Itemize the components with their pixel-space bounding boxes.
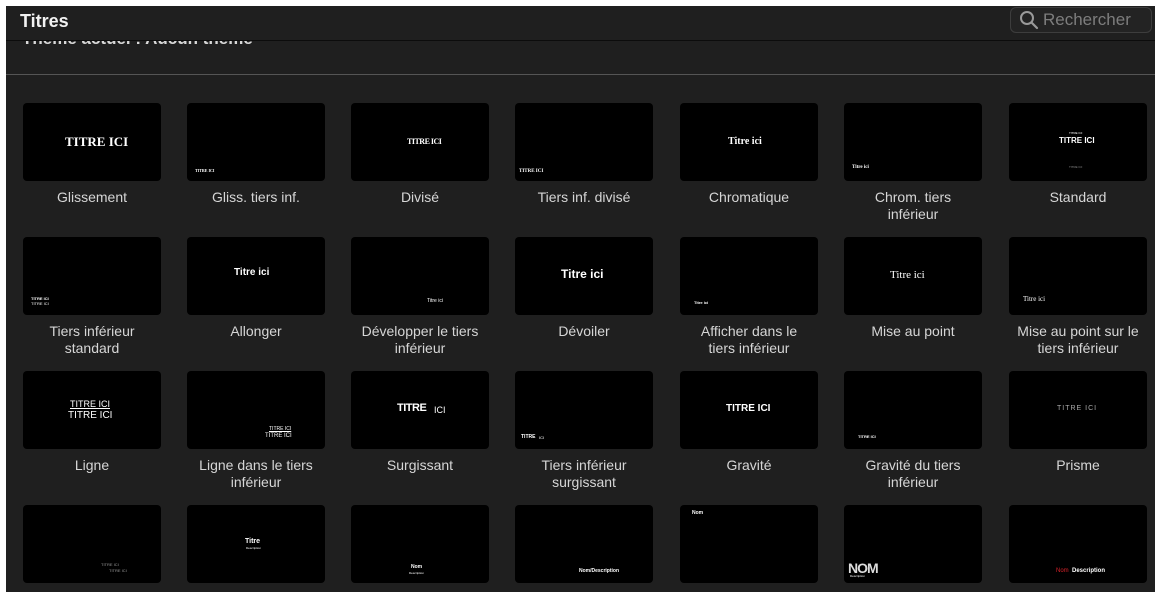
thumbnail-subtitle-text: TITRE ICI — [68, 410, 113, 421]
title-thumbnail: TITRE ICI TITRE ICI — [23, 237, 161, 315]
title-thumbnail: Nom/Description — [515, 505, 653, 583]
title-thumbnail: TITRE ICI TITRE ICI — [187, 371, 325, 449]
thumbnail-title-text: Nom/Description — [579, 568, 620, 574]
title-bar: Titres — [6, 6, 1155, 41]
title-caption: Ligne — [74, 457, 110, 473]
thumbnail-title-text: Titre ici — [234, 267, 270, 278]
title-thumbnail: TITRE ICI — [351, 103, 489, 181]
title-thumbnail: TITRE ICI — [844, 371, 982, 449]
title-caption: Dévoiler — [558, 323, 610, 339]
thumbnail-title-text: Nom — [1056, 568, 1069, 574]
title-thumbnail: Titre ici — [351, 237, 489, 315]
title-thumbnail: Titre ici — [515, 237, 653, 315]
title-thumbnail: Nom — [680, 505, 818, 583]
titles-grid: TITRE ICI Glissement TITRE ICI Gliss. ti… — [6, 76, 1155, 592]
thumbnail-title-text: TITRE ICI — [65, 134, 129, 149]
thumbnail-title-text: TITRE ICI — [858, 434, 876, 439]
titles-browser-window: Titres Thème actuel : Aucun thème TITRE … — [6, 6, 1155, 592]
title-caption: Gravité du tiers inférieur — [865, 457, 961, 490]
title-caption: Tiers inférieur standard — [49, 323, 135, 356]
title-thumbnail: Titre Description — [187, 505, 325, 583]
title-caption: Chrom. tiers inférieur — [874, 189, 952, 222]
theme-bar: Thème actuel : Aucun thème — [6, 41, 1155, 75]
thumbnail-subtitle-text: Description — [246, 546, 262, 550]
thumbnail-subtitle-text: TITRE ICI — [1069, 165, 1083, 169]
title-thumbnail: Titre ici — [680, 103, 818, 181]
title-thumbnail: Titre ici — [1009, 237, 1147, 315]
title-thumbnail: TITRE ICI TITRE ICI TITRE ICI — [1009, 103, 1147, 181]
title-caption: Divisé — [400, 189, 440, 205]
title-thumbnail: Nom Description — [1009, 505, 1147, 583]
title-thumbnail: TITRE ICI — [680, 371, 818, 449]
thumbnail-title-text: Titre ici — [694, 300, 709, 305]
title-thumbnail: Titre ici — [187, 237, 325, 315]
title-thumbnail: Titre ici — [844, 237, 982, 315]
thumbnail-title-text: Titre ici — [561, 267, 604, 281]
thumbnail-subtitle-text: TITRE ICI — [31, 301, 49, 306]
thumbnail-subtitle-text: Description — [1072, 568, 1106, 574]
title-caption: Tiers inférieur surgissant — [541, 457, 627, 490]
thumbnail-title-text: TITRE ICI — [407, 137, 442, 146]
thumbnail-title-text: TITRE — [397, 402, 427, 414]
thumbnail-title-text: TITRE — [521, 434, 536, 440]
title-thumbnail: TITRE ICI — [351, 371, 489, 449]
thumbnail-title-text: TITRE ICI — [195, 168, 215, 173]
title-caption: Glissement — [56, 189, 128, 205]
thumbnail-title-text: TITRE ICI — [519, 169, 544, 174]
title-thumbnail: TITRE ICI TITRE ICI — [23, 505, 161, 583]
title-thumbnail: Titre ici — [844, 103, 982, 181]
thumbnail-subtitle-text: TITRE ICI — [265, 433, 292, 439]
title-caption: Standard — [1049, 189, 1107, 205]
thumbnail-title-text: TITRE ICI — [1057, 405, 1098, 412]
title-thumbnail: TITRE ICI — [515, 371, 653, 449]
title-thumbnail: NOM Description — [844, 505, 982, 583]
window-title: Titres — [20, 11, 69, 31]
thumbnail-subtitle-text: TITRE ICI — [1069, 131, 1083, 135]
thumbnail-subtitle-text: Description — [850, 574, 866, 578]
thumbnail-subtitle-text: TITRE ICI — [109, 568, 127, 573]
thumbnail-subtitle-text: ICI — [539, 435, 545, 440]
thumbnail-subtitle-text: Description — [409, 571, 425, 575]
title-thumbnail: Nom Description — [351, 505, 489, 583]
thumbnail-title-text: Nom — [411, 564, 423, 570]
search-icon — [1020, 11, 1039, 30]
thumbnail-subtitle-text: ICI — [434, 405, 446, 415]
thumbnail-title-text: NOM — [848, 560, 879, 576]
title-caption: Mise au point — [871, 323, 955, 339]
thumbnail-title-text: TITRE ICI — [1059, 136, 1095, 145]
title-thumbnail: Titre ici — [680, 237, 818, 315]
thumbnail-title-text: TITRE ICI — [726, 403, 771, 414]
title-thumbnail: TITRE ICI — [23, 103, 161, 181]
title-thumbnail: TITRE ICI — [187, 103, 325, 181]
search-input[interactable] — [1043, 10, 1151, 30]
thumbnail-title-text: Titre — [245, 538, 261, 545]
title-caption: Gliss. tiers inf. — [212, 189, 300, 205]
thumbnail-title-text: Titre ici — [1023, 295, 1046, 303]
thumbnail-title-text: Nom — [692, 510, 704, 516]
title-caption: Chromatique — [708, 189, 790, 205]
title-caption: Mise au point sur le tiers inférieur — [1017, 323, 1139, 356]
search-field[interactable] — [1010, 7, 1152, 33]
thumbnail-title-text: Titre ici — [890, 269, 925, 281]
title-thumbnail: TITRE ICI — [1009, 371, 1147, 449]
title-caption: Tiers inf. divisé — [537, 189, 631, 205]
title-caption: Surgissant — [386, 457, 454, 473]
title-caption: Allonger — [230, 323, 282, 339]
title-thumbnail: TITRE ICI — [515, 103, 653, 181]
thumbnail-title-text: Titre ici — [852, 165, 869, 170]
title-caption: Ligne dans le tiers inférieur — [199, 457, 313, 490]
title-caption: Gravité — [726, 457, 772, 473]
title-caption: Afficher dans le tiers inférieur — [700, 323, 798, 356]
title-caption: Prisme — [1056, 457, 1100, 473]
thumbnail-title-text: TITRE ICI — [101, 562, 119, 567]
theme-label: Thème actuel : Aucun thème — [22, 41, 253, 49]
thumbnail-title-text: TITRE ICI — [269, 426, 292, 432]
thumbnail-title-text: Titre ici — [427, 298, 443, 304]
thumbnail-title-text: Titre ici — [728, 136, 762, 147]
title-thumbnail: TITRE ICI TITRE ICI — [23, 371, 161, 449]
title-caption: Développer le tiers inférieur — [361, 323, 479, 356]
thumbnail-title-text: TITRE ICI — [70, 399, 110, 409]
